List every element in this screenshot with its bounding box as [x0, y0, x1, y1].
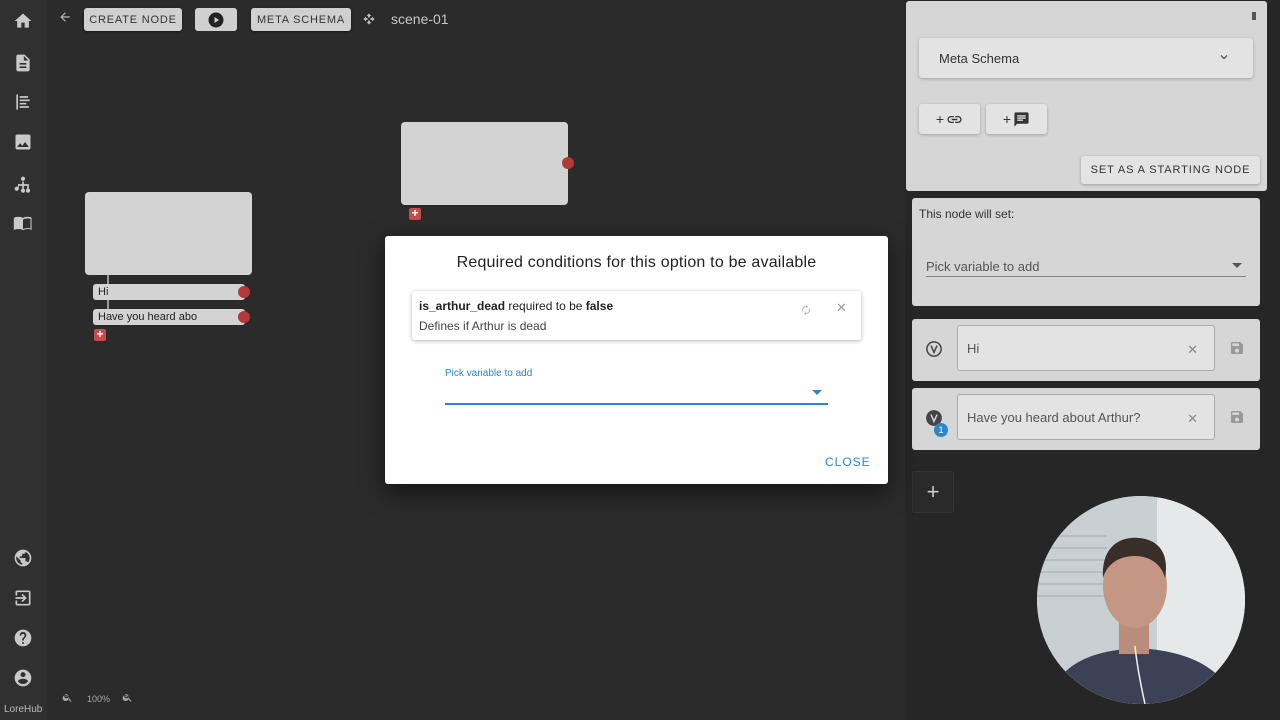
node-option-2[interactable]: Have you heard abo: [93, 309, 245, 325]
panel-grip[interactable]: [1252, 12, 1256, 20]
list-icon[interactable]: [12, 91, 34, 113]
option-row-2: 1 Have you heard about Arthur? ✕: [912, 388, 1260, 450]
save-icon[interactable]: [1229, 409, 1245, 425]
scene-name: scene-01: [391, 11, 449, 27]
zoom-controls: 100%: [62, 692, 133, 705]
move-icon[interactable]: [363, 12, 375, 25]
clear-icon[interactable]: ✕: [1187, 411, 1198, 427]
condition-count-badge: 1: [934, 423, 948, 437]
play-icon: [208, 12, 224, 27]
dialog-title: Required conditions for this option to b…: [456, 254, 817, 271]
hierarchy-icon[interactable]: [12, 174, 34, 196]
toggle-value-icon[interactable]: [800, 303, 812, 316]
option-1-connector[interactable]: [238, 286, 250, 298]
account-icon[interactable]: [12, 667, 34, 689]
option-text-input-1[interactable]: Hi ✕: [957, 325, 1215, 371]
zoom-level: 100%: [87, 693, 111, 704]
add-link-button[interactable]: +: [919, 104, 980, 134]
option-text-1: Hi: [967, 340, 980, 356]
globe-icon[interactable]: [12, 547, 34, 569]
option-2-connector[interactable]: [238, 311, 250, 323]
save-icon[interactable]: [1229, 340, 1245, 356]
add-comment-plus: +: [1002, 111, 1012, 127]
option-text-input-2[interactable]: Have you heard about Arthur? ✕: [957, 394, 1215, 440]
node-option-1[interactable]: Hi: [93, 284, 245, 300]
zoom-out-icon[interactable]: [62, 692, 73, 705]
play-button[interactable]: [195, 8, 237, 31]
document-icon[interactable]: [12, 52, 34, 74]
add-comment-button[interactable]: +: [986, 104, 1047, 134]
meta-schema-select-value: Meta Schema: [939, 50, 1020, 66]
condition-rule: is_arthur_dead required to be false: [419, 299, 613, 313]
clear-icon[interactable]: ✕: [1187, 342, 1198, 358]
meta-schema-select[interactable]: Meta Schema: [919, 38, 1253, 78]
back-arrow-icon[interactable]: [58, 10, 74, 28]
book-icon[interactable]: [12, 212, 34, 234]
dropdown-caret-icon: [1232, 263, 1242, 268]
output-connector[interactable]: [562, 157, 574, 169]
variable-select[interactable]: Pick variable to add: [926, 259, 1246, 277]
sets-label: This node will set:: [919, 207, 1015, 221]
condition-variable: is_arthur_dead: [419, 299, 506, 313]
zoom-in-icon[interactable]: [122, 692, 133, 705]
set-starting-node-button[interactable]: SET AS A STARTING NODE: [1081, 156, 1260, 184]
sidebar: LoreHub: [0, 0, 47, 720]
app-brand: LoreHub: [4, 704, 43, 715]
dialogue-node-2[interactable]: [401, 122, 568, 205]
comment-icon: [1014, 111, 1029, 127]
pick-variable-label: Pick variable to add: [445, 368, 533, 379]
remove-condition-icon[interactable]: ✕: [836, 300, 847, 316]
add-link-plus: +: [935, 111, 945, 127]
conditions-dialog: Required conditions for this option to b…: [385, 236, 888, 484]
node-variables-card: This node will set: Pick variable to add: [912, 198, 1260, 306]
pick-variable-select[interactable]: [445, 383, 828, 405]
logout-icon[interactable]: [12, 587, 34, 609]
option-text-2: Have you heard about Arthur?: [967, 409, 1141, 425]
image-icon[interactable]: [12, 131, 34, 153]
webcam-overlay: [1037, 496, 1245, 704]
link-icon: [947, 115, 962, 123]
chevron-down-icon: [1220, 55, 1228, 60]
close-button[interactable]: CLOSE: [825, 455, 871, 469]
condition-description: Defines if Arthur is dead: [419, 319, 547, 333]
create-node-button[interactable]: CREATE NODE: [84, 8, 182, 31]
dropdown-caret-icon: [812, 390, 822, 395]
condition-card: is_arthur_dead required to be false Defi…: [412, 291, 861, 340]
home-icon[interactable]: [12, 10, 34, 32]
add-option-panel-button[interactable]: +: [912, 471, 954, 513]
option-row-1: Hi ✕: [912, 319, 1260, 381]
variable-select-placeholder: Pick variable to add: [926, 259, 1040, 274]
condition-value: false: [585, 299, 614, 313]
variable-condition-icon[interactable]: [925, 340, 943, 358]
add-option-node-button[interactable]: +: [409, 207, 421, 220]
condition-middle: required to be: [505, 299, 586, 313]
presenter-video: [1037, 496, 1245, 704]
add-option-button[interactable]: +: [94, 328, 106, 341]
dialogue-node-1[interactable]: [85, 192, 252, 275]
help-icon[interactable]: [12, 627, 34, 649]
meta-schema-button[interactable]: META SCHEMA: [251, 8, 351, 31]
